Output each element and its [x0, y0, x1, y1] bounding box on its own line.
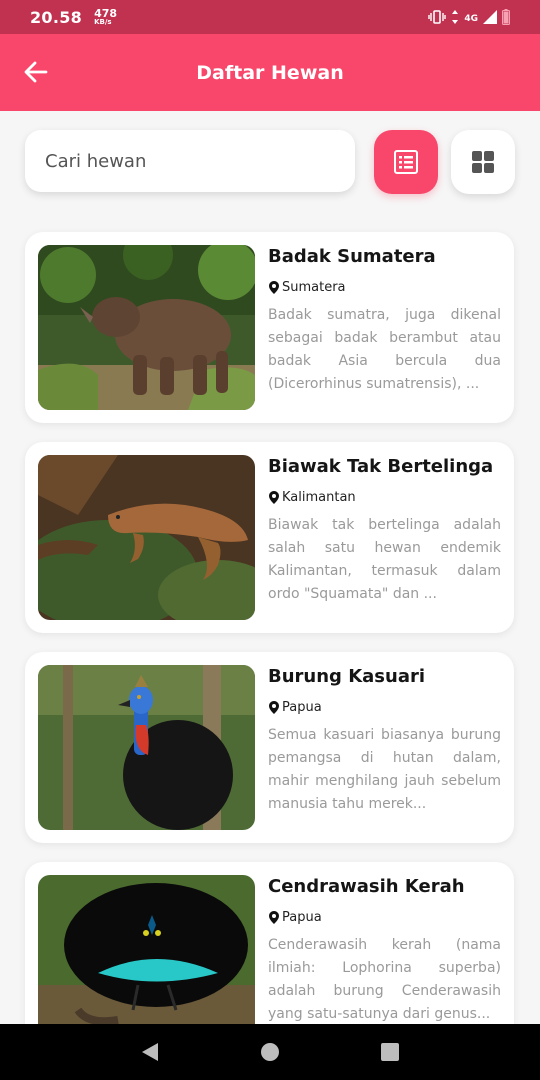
animal-name: Biawak Tak Bertelinga [268, 456, 494, 477]
animal-photo-bird-of-paradise [38, 875, 255, 1040]
system-navigation-bar [0, 1024, 540, 1080]
animal-location-label: Sumatera [282, 280, 346, 295]
nav-home-button[interactable] [250, 1032, 290, 1072]
animal-location: Papua [269, 910, 322, 925]
grid-view-button[interactable] [451, 130, 515, 194]
animal-location-label: Papua [282, 910, 322, 925]
network-type: 4G [464, 14, 478, 24]
square-recents-icon [381, 1043, 399, 1061]
location-pin-icon [269, 911, 279, 924]
animal-name: Badak Sumatera [268, 246, 436, 267]
location-pin-icon [269, 701, 279, 714]
status-icons: 4G [428, 9, 510, 25]
animal-card-burung-kasuari[interactable]: Burung Kasuari Papua Semua kasuari biasa… [25, 652, 514, 843]
network-speed: 478 KB/s [94, 8, 117, 26]
animal-photo-cassowary [38, 665, 255, 830]
animal-location: Sumatera [269, 280, 346, 295]
animal-name: Cendrawasih Kerah [268, 876, 465, 897]
animal-location: Kalimantan [269, 490, 356, 505]
vibrate-icon [428, 10, 447, 24]
back-button[interactable] [22, 58, 50, 86]
animal-card-biawak-tak-bertelinga[interactable]: Biawak Tak Bertelinga Kalimantan Biawak … [25, 442, 514, 633]
animal-location-label: Papua [282, 700, 322, 715]
nav-recents-button[interactable] [370, 1032, 410, 1072]
triangle-back-icon [142, 1043, 158, 1061]
list-view-button[interactable] [374, 130, 438, 194]
arrow-left-icon [24, 61, 48, 83]
grid-icon [472, 151, 494, 173]
animal-location: Papua [269, 700, 322, 715]
list-icon [394, 150, 418, 174]
animal-card-badak-sumatera[interactable]: Badak Sumatera Sumatera Badak sumatra, j… [25, 232, 514, 423]
location-pin-icon [269, 281, 279, 294]
app-bar: Daftar Hewan [0, 34, 540, 111]
data-transfer-icon [452, 10, 459, 24]
circle-home-icon [261, 1043, 279, 1061]
search-input[interactable] [45, 150, 355, 172]
page-title: Daftar Hewan [196, 61, 344, 84]
search-box [25, 130, 355, 192]
animal-description: Biawak tak bertelinga adalah salah satu … [268, 517, 501, 602]
battery-icon [502, 9, 510, 25]
animal-location-label: Kalimantan [282, 490, 356, 505]
animal-description: Cenderawasih kerah (nama ilmiah: Lophori… [268, 937, 501, 1022]
signal-icon [483, 10, 497, 24]
status-time: 20.58 [30, 7, 83, 27]
animal-photo-monitor-lizard [38, 455, 255, 620]
network-speed-unit: KB/s [94, 18, 112, 26]
location-pin-icon [269, 491, 279, 504]
status-bar: 20.58 478 KB/s 4G [0, 0, 540, 34]
nav-back-button[interactable] [130, 1032, 170, 1072]
animal-photo-rhino [38, 245, 255, 410]
animal-description: Semua kasuari biasanya burung pemangsa d… [268, 727, 501, 812]
animal-name: Burung Kasuari [268, 666, 426, 687]
animal-description: Badak sumatra, juga dikenal sebagai bada… [268, 307, 501, 392]
